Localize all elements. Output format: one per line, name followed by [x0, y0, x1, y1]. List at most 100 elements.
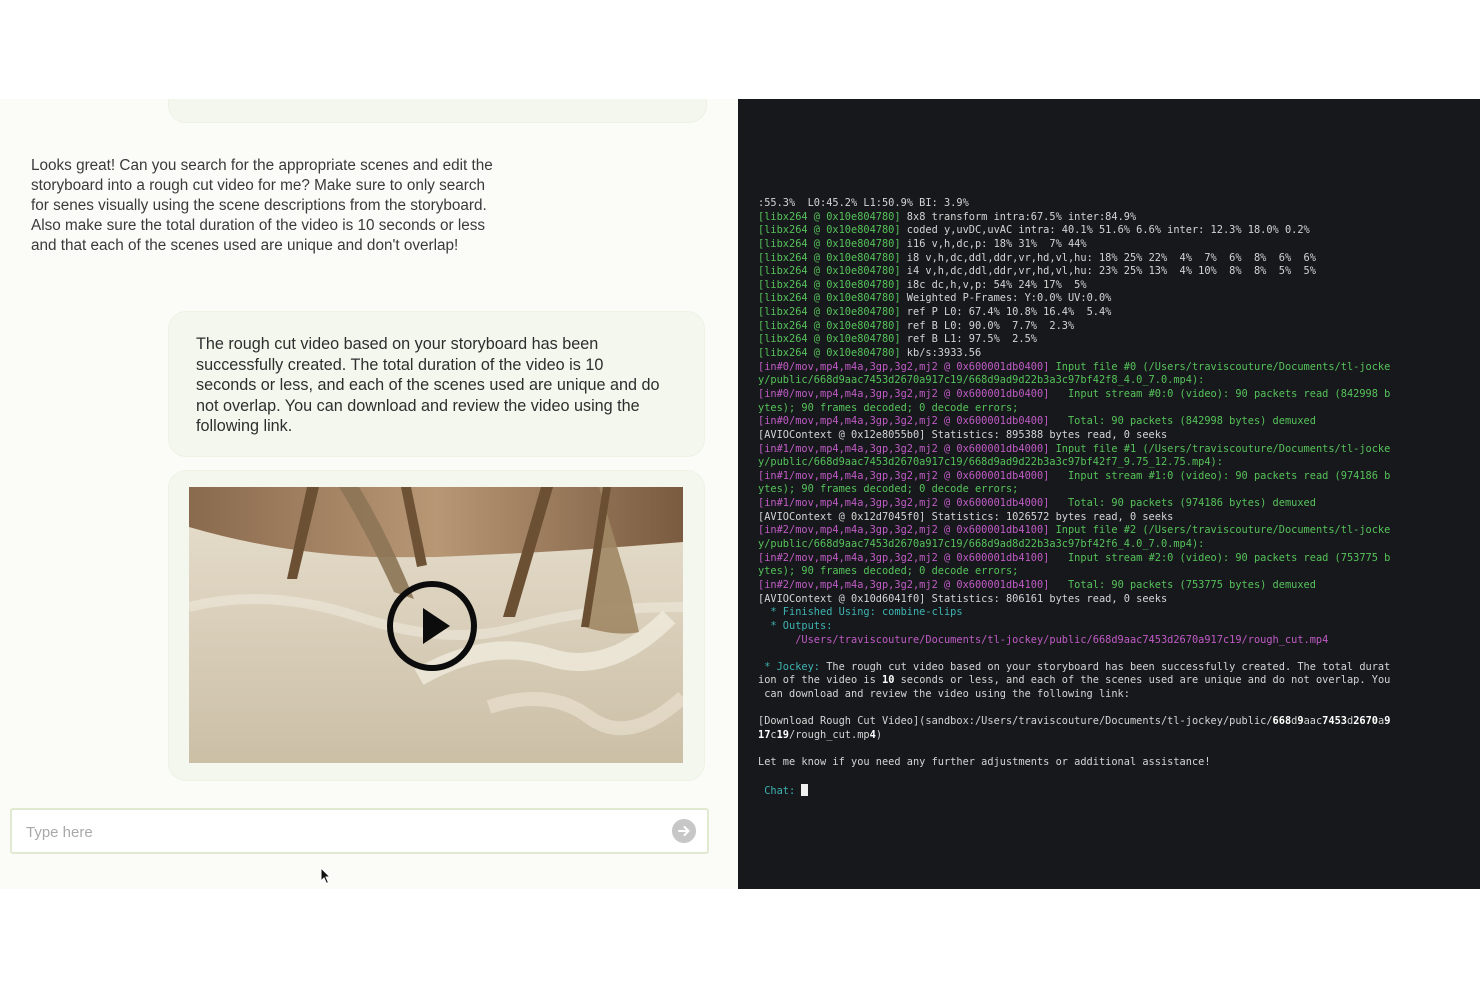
terminal-text: [in#0/mov,mp4,m4a,3gp,3g2,mj2 @ 0x600001…: [758, 360, 1050, 373]
terminal-line: :55.3% L0:45.2% L1:50.9% BI: 3.9%: [758, 197, 1468, 211]
terminal-line: /Users/traviscouture/Documents/tl-jockey…: [758, 634, 1468, 648]
previous-message-bubble: [168, 99, 707, 123]
terminal-text: i8c dc,h,v,p: 54% 24% 17% 5%: [900, 278, 1087, 291]
terminal-text: * Finished Using: combine-clips: [758, 606, 963, 619]
terminal-line: can download and review the video using …: [758, 688, 1468, 702]
terminal-text: Input stream #0:0 (video): 90 packets re…: [1049, 387, 1391, 400]
terminal-text: ref B L1: 97.5% 2.5%: [900, 333, 1037, 346]
terminal-text: 10: [882, 674, 895, 687]
terminal-text: [in#2/mov,mp4,m4a,3gp,3g2,mj2 @ 0x600001…: [758, 551, 1050, 564]
terminal-text: ref B L0: 90.0% 7.7% 2.3%: [900, 319, 1075, 332]
terminal-text: [libx264 @ 0x10e804780]: [758, 265, 901, 278]
terminal-text: [libx264 @ 0x10e804780]: [758, 224, 901, 237]
terminal-line: [in#0/mov,mp4,m4a,3gp,3g2,mj2 @ 0x600001…: [758, 361, 1468, 375]
terminal-line: * Outputs:: [758, 620, 1468, 634]
terminal-text: aac: [1303, 715, 1323, 728]
terminal-text: i8 v,h,dc,ddl,ddr,vr,hd,vl,hu: 18% 25% 2…: [900, 251, 1316, 264]
video-message-bubble: [168, 470, 705, 781]
terminal-text: seconds or less, and each of the scenes …: [894, 674, 1391, 687]
terminal-text: [in#0/mov,mp4,m4a,3gp,3g2,mj2 @ 0x600001…: [758, 415, 1050, 428]
terminal-line: ytes); 90 frames decoded; 0 decode error…: [758, 483, 1468, 497]
terminal-text: can download and review the video using …: [758, 688, 1130, 701]
terminal-text: 7453: [1322, 715, 1347, 728]
play-circle-icon[interactable]: [386, 580, 478, 672]
terminal-text: 2670: [1353, 715, 1378, 728]
terminal-text: [libx264 @ 0x10e804780]: [758, 292, 901, 305]
terminal-text: [in#2/mov,mp4,m4a,3gp,3g2,mj2 @ 0x600001…: [758, 524, 1050, 537]
terminal-line: [libx264 @ 0x10e804780] i8 v,h,dc,ddl,dd…: [758, 252, 1468, 266]
terminal-line: [in#1/mov,mp4,m4a,3gp,3g2,mj2 @ 0x600001…: [758, 497, 1468, 511]
terminal-text: [libx264 @ 0x10e804780]: [758, 347, 901, 360]
terminal-text: The rough cut video based on your storyb…: [820, 660, 1391, 673]
terminal-text: coded y,uvDC,uvAC intra: 40.1% 51.6% 6.6…: [900, 224, 1310, 237]
terminal-line: * Jockey: The rough cut video based on y…: [758, 661, 1468, 675]
terminal-text: Total: 90 packets (842998 bytes) demuxed: [1049, 415, 1316, 428]
terminal-line: ytes); 90 frames decoded; 0 decode error…: [758, 402, 1468, 416]
video-player[interactable]: [189, 487, 683, 763]
terminal-output: :55.3% L0:45.2% L1:50.9% BI: 3.9% [libx26…: [758, 197, 1468, 797]
terminal-text: i4 v,h,dc,ddl,ddr,vr,hd,vl,hu: 23% 25% 1…: [900, 265, 1316, 278]
terminal-text: Input stream #2:0 (video): 90 packets re…: [1049, 551, 1391, 564]
terminal-line: [libx264 @ 0x10e804780] i4 v,h,dc,ddl,dd…: [758, 265, 1468, 279]
terminal-text: [Download Rough Cut Video](sandbox:/User…: [758, 715, 1273, 728]
terminal-text: Input file #2 (/Users/traviscouture/Docu…: [1049, 524, 1391, 537]
terminal-text: y/public/668d9aac7453d2670a917c19/668d9a…: [758, 456, 1223, 469]
terminal-cursor: [801, 783, 809, 796]
terminal-text: kb/s:3933.56: [900, 347, 982, 360]
terminal-text: [in#0/mov,mp4,m4a,3gp,3g2,mj2 @ 0x600001…: [758, 387, 1050, 400]
terminal-line: Chat:: [758, 783, 1468, 798]
mouse-pointer-icon: [320, 867, 332, 885]
terminal-text: [AVIOContext @ 0x12e8055b0] Statistics: …: [758, 428, 1168, 441]
terminal-text: [libx264 @ 0x10e804780]: [758, 333, 901, 346]
terminal-text: [in#2/mov,mp4,m4a,3gp,3g2,mj2 @ 0x600001…: [758, 578, 1050, 591]
terminal-text: 19: [776, 728, 790, 741]
terminal-text: ytes); 90 frames decoded; 0 decode error…: [758, 565, 1019, 578]
terminal-line: [AVIOContext @ 0x12e8055b0] Statistics: …: [758, 429, 1468, 443]
terminal-line: [in#0/mov,mp4,m4a,3gp,3g2,mj2 @ 0x600001…: [758, 415, 1468, 429]
terminal-line: [libx264 @ 0x10e804780] kb/s:3933.56: [758, 347, 1468, 361]
terminal-text: :55.3% L0:45.2% L1:50.9% BI: 3.9%: [758, 197, 969, 209]
terminal-text: Input file #1 (/Users/traviscouture/Docu…: [1049, 442, 1391, 455]
terminal-text: Let me know if you need any further adju…: [758, 756, 1211, 769]
terminal-line: [libx264 @ 0x10e804780] Weighted P-Frame…: [758, 292, 1468, 306]
terminal-line: [libx264 @ 0x10e804780] 8x8 transform in…: [758, 211, 1468, 225]
terminal-text: 8x8 transform intra:67.5% inter:84.9%: [900, 210, 1137, 223]
assistant-message-text: The rough cut video based on your storyb…: [196, 335, 660, 435]
terminal-text: 17: [758, 728, 771, 741]
terminal-line: [libx264 @ 0x10e804780] coded y,uvDC,uvA…: [758, 224, 1468, 238]
terminal-line: [libx264 @ 0x10e804780] ref P L0: 67.4% …: [758, 306, 1468, 320]
terminal-text: [in#1/mov,mp4,m4a,3gp,3g2,mj2 @ 0x600001…: [758, 442, 1050, 455]
terminal-line: [in#2/mov,mp4,m4a,3gp,3g2,mj2 @ 0x600001…: [758, 552, 1468, 566]
terminal-text: Input stream #1:0 (video): 90 packets re…: [1049, 469, 1391, 482]
terminal-text: ref P L0: 67.4% 10.8% 16.4% 5.4%: [900, 306, 1112, 319]
terminal-line: Let me know if you need any further adju…: [758, 756, 1468, 770]
terminal-text: * Outputs:: [758, 619, 833, 632]
terminal-text: 9: [1384, 715, 1391, 728]
terminal-text: [libx264 @ 0x10e804780]: [758, 278, 901, 291]
terminal-pane[interactable]: :55.3% L0:45.2% L1:50.9% BI: 3.9% [libx26…: [738, 99, 1480, 889]
terminal-text: ytes); 90 frames decoded; 0 decode error…: [758, 483, 1019, 496]
message-input[interactable]: [24, 810, 668, 854]
terminal-line: [libx264 @ 0x10e804780] i16 v,h,dc,p: 18…: [758, 238, 1468, 252]
assistant-message-bubble: The rough cut video based on your storyb…: [168, 311, 705, 457]
terminal-text: [libx264 @ 0x10e804780]: [758, 306, 901, 319]
arrow-right-circle-icon[interactable]: [672, 819, 696, 843]
terminal-line: [in#2/mov,mp4,m4a,3gp,3g2,mj2 @ 0x600001…: [758, 579, 1468, 593]
terminal-line: [AVIOContext @ 0x10d6041f0] Statistics: …: [758, 593, 1468, 607]
terminal-line: [in#0/mov,mp4,m4a,3gp,3g2,mj2 @ 0x600001…: [758, 388, 1468, 402]
chat-pane: Looks great! Can you search for the appr…: [0, 99, 738, 889]
terminal-text: y/public/668d9aac7453d2670a917c19/668d9a…: [758, 538, 1205, 551]
terminal-text: i16 v,h,dc,p: 18% 31% 7% 44%: [900, 237, 1087, 250]
terminal-line: * Finished Using: combine-clips: [758, 606, 1468, 620]
terminal-text: Input file #0 (/Users/traviscouture/Docu…: [1049, 360, 1391, 373]
terminal-text: [in#1/mov,mp4,m4a,3gp,3g2,mj2 @ 0x600001…: [758, 469, 1050, 482]
terminal-text: ion of the video is: [758, 674, 882, 687]
terminal-line: [in#2/mov,mp4,m4a,3gp,3g2,mj2 @ 0x600001…: [758, 524, 1468, 538]
terminal-line: [libx264 @ 0x10e804780] ref B L1: 97.5% …: [758, 333, 1468, 347]
terminal-text: /rough_cut.mp: [789, 728, 870, 741]
app-stage: Looks great! Can you search for the appr…: [0, 99, 1480, 889]
terminal-text: * Jockey:: [758, 660, 820, 673]
terminal-text: [AVIOContext @ 0x12d7045f0] Statistics: …: [758, 510, 1174, 523]
